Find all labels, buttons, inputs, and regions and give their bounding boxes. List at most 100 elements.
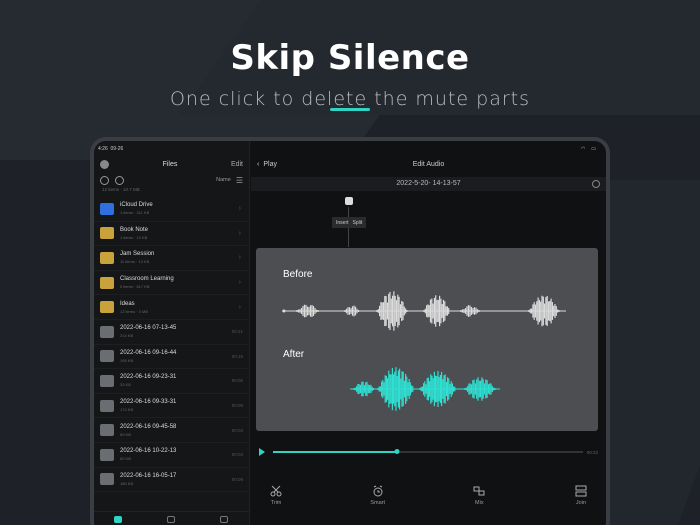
item-duration: 00:21	[231, 329, 243, 335]
item-detail: 214 KB	[120, 333, 134, 339]
item-name: Jam Session	[120, 251, 155, 258]
chevron-right-icon: ›	[238, 229, 241, 237]
audio-file-icon	[100, 424, 114, 437]
item-name: iCloud Drive	[120, 202, 153, 209]
waveform-after	[350, 367, 500, 411]
play-icon[interactable]	[259, 448, 265, 456]
item-detail: 69 KB	[120, 431, 131, 437]
chevron-right-icon: ›	[238, 279, 241, 287]
playback-progress	[273, 451, 397, 453]
title-accent-underline	[330, 108, 370, 111]
audio-file-row[interactable]: 2022-06-16 07-13-45 214 KB 00:21	[94, 320, 249, 345]
headline: Skip Silence One click to delete the mut…	[0, 38, 700, 111]
item-detail: 5 items · 617 KB	[120, 284, 150, 290]
folder-icon	[100, 276, 114, 289]
item-name: 2022-06-16 10-22-13	[120, 448, 177, 455]
folder-row[interactable]: Ideas 12 items · 3 MB ›	[94, 295, 249, 320]
smart-tool-button[interactable]: Smart	[363, 485, 393, 515]
after-label: After	[283, 349, 305, 360]
playback-bar: 00:22	[259, 447, 598, 457]
item-duration: 00:15	[231, 353, 243, 359]
files-header: Files Edit	[100, 157, 243, 171]
add-folder-icon[interactable]	[115, 175, 124, 185]
item-duration: 00:03	[231, 452, 243, 458]
item-duration: 00:09	[231, 476, 243, 482]
folder-row[interactable]: Jam Session 11 items · 13 KB ›	[94, 246, 249, 271]
files-toolbar: Name ☰	[100, 174, 243, 186]
file-list: iCloud Drive 1 items · 311 KB › Book Note 1 …	[94, 197, 249, 493]
recording-date: 2022-5-20- 14-13-57	[396, 180, 461, 187]
tool-label: Trim	[270, 500, 282, 506]
audio-file-row[interactable]: 2022-06-16 09-23-31 33 KB 00:06	[94, 369, 249, 394]
download-icon[interactable]	[592, 180, 600, 188]
waveform-start-dot	[282, 309, 286, 313]
item-name: 2022-06-16 07-13-45	[120, 325, 177, 332]
audio-file-icon	[100, 325, 114, 338]
item-detail: 12 items · 3 MB	[120, 308, 149, 314]
folder-row[interactable]: Book Note 1 items · 13 KB ›	[94, 222, 249, 247]
cloud-icon	[100, 202, 114, 215]
files-pane: 4:26 09-26 Files Edit Name ☰ 12 items · …	[94, 141, 250, 525]
audio-file-row[interactable]: 2022-06-16 16-05-17 180 KB 00:09	[94, 468, 249, 493]
playhead-marker-icon[interactable]	[345, 197, 353, 205]
tool-label: Smart	[370, 500, 385, 506]
sort-list-icon[interactable]: ☰	[236, 176, 243, 185]
playback-knob[interactable]	[394, 449, 400, 454]
chevron-right-icon: ›	[238, 303, 241, 311]
sort-button[interactable]: Name	[216, 177, 231, 183]
item-name: Book Note	[120, 226, 149, 233]
folder-tab-icon	[114, 515, 123, 523]
tab-favorite[interactable]: Favorite	[162, 515, 179, 525]
folder-icon	[100, 227, 114, 240]
back-chevron-icon[interactable]: ‹	[257, 161, 259, 168]
back-button[interactable]: Play	[263, 161, 277, 168]
chevron-right-icon: ›	[238, 205, 241, 213]
item-detail: 60 KB	[120, 456, 131, 462]
audio-file-row[interactable]: 2022-06-16 09-45-58 69 KB 00:03	[94, 418, 249, 443]
item-name: 2022-06-16 09-33-31	[120, 399, 177, 406]
playback-track[interactable]	[273, 449, 583, 454]
audio-file-row[interactable]: 2022-06-16 09-16-44 195 KB 00:15	[94, 345, 249, 370]
audio-file-icon	[100, 473, 114, 486]
edit-button[interactable]: Edit	[231, 161, 243, 168]
recording-date-bar: 2022-5-20- 14-13-57	[251, 177, 606, 191]
tab-trash[interactable]: Trash	[218, 515, 229, 525]
editor-title: Edit Audio	[412, 160, 445, 168]
join-icon	[575, 485, 587, 497]
folder-row[interactable]: Classroom Learning 5 items · 617 KB ›	[94, 271, 249, 296]
item-duration: 00:09	[231, 403, 243, 409]
files-title: Files	[162, 160, 178, 168]
status-icons: ◠ ▭	[261, 146, 596, 154]
files-tab-bar: Files Favorite Trash	[94, 511, 249, 525]
folder-icon	[100, 301, 114, 314]
audio-file-row[interactable]: 2022-06-16 09-33-31 174 KB 00:09	[94, 394, 249, 419]
item-detail: 33 KB	[120, 382, 131, 388]
item-detail: 195 KB	[120, 357, 134, 363]
item-detail: 11 items · 13 KB	[120, 259, 150, 265]
item-name: 2022-06-16 09-23-31	[120, 374, 177, 381]
mix-tool-button[interactable]: Mix	[464, 485, 494, 515]
tab-files[interactable]: Files	[114, 515, 123, 525]
audio-file-row[interactable]: 2022-06-16 10-22-13 60 KB 00:03	[94, 443, 249, 468]
trash-tab-icon	[219, 515, 228, 523]
split-button[interactable]: Split	[353, 220, 363, 226]
headline-title: Skip Silence	[230, 38, 470, 78]
audio-file-icon	[100, 350, 114, 363]
silence-comparison-card: Before After	[256, 248, 598, 431]
item-name: Ideas	[120, 300, 135, 307]
mix-icon	[473, 486, 485, 496]
folder-row[interactable]: iCloud Drive 1 items · 311 KB ›	[94, 197, 249, 222]
editor-nav: ‹ Play Edit Audio	[257, 157, 600, 171]
audio-file-icon	[100, 374, 114, 387]
tool-label: Join	[575, 500, 587, 506]
item-duration: 00:03	[231, 427, 243, 433]
item-name: Classroom Learning	[120, 276, 174, 283]
join-tool-button[interactable]: Join	[566, 485, 596, 515]
insert-button[interactable]: Insert	[336, 220, 349, 226]
audio-file-icon	[100, 448, 114, 461]
settings-icon[interactable]	[100, 159, 109, 169]
trim-tool-button[interactable]: Trim	[261, 485, 291, 515]
search-icon[interactable]	[100, 175, 109, 185]
wifi-icon: ◠	[580, 146, 586, 152]
item-name: 2022-06-16 09-16-44	[120, 349, 177, 356]
